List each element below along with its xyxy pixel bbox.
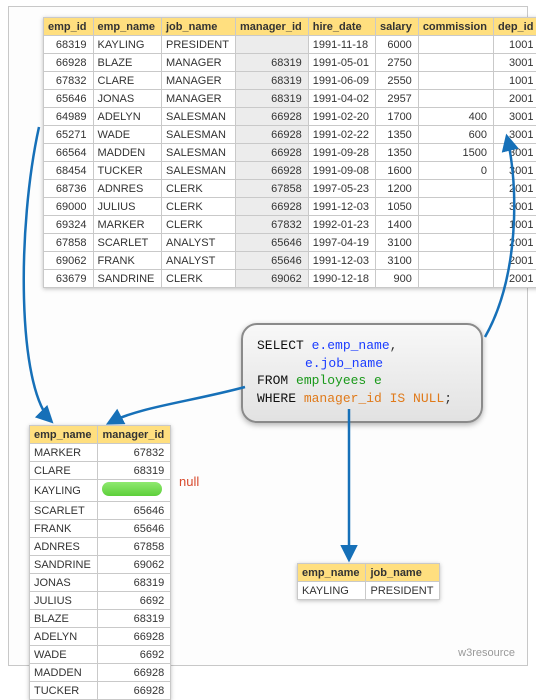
from-table: employees e — [296, 373, 382, 388]
table-row: ADELYN66928 — [30, 628, 171, 646]
table-row: KAYLING — [30, 480, 171, 502]
table-row: 66928BLAZEMANAGER683191991-05-0127503001 — [44, 54, 536, 72]
watermark: w3resource — [458, 647, 515, 659]
table-row: 68454TUCKERSALESMAN669281991-09-08160003… — [44, 162, 536, 180]
col-manager-id: manager_id — [98, 426, 171, 444]
table-row: 69000JULIUSCLERK669281991-12-0310503001 — [44, 198, 536, 216]
col-commission: commission — [418, 18, 493, 36]
result-table: emp_namejob_nameKAYLINGPRESIDENT — [297, 563, 440, 600]
table-row: WADE6692 — [30, 646, 171, 664]
table-row: 65646JONASMANAGER683191991-04-0229572001 — [44, 90, 536, 108]
table-row: BLAZE68319 — [30, 610, 171, 628]
table-row: 69324MARKERCLERK678321992-01-2314001001 — [44, 216, 536, 234]
employees-table: emp_idemp_namejob_namemanager_idhire_dat… — [43, 17, 536, 288]
table-row: 68736ADNRESCLERK678581997-05-2312002001 — [44, 180, 536, 198]
table-row: 66564MADDENSALESMAN669281991-09-28135015… — [44, 144, 536, 162]
table-row: 67858SCARLETANALYST656461997-04-19310020… — [44, 234, 536, 252]
table-row: CLARE68319 — [30, 462, 171, 480]
col-salary: salary — [376, 18, 419, 36]
table-row: 67832CLAREMANAGER683191991-06-0925501001 — [44, 72, 536, 90]
col-emp-name: emp_name — [30, 426, 98, 444]
col-emp-id: emp_id — [44, 18, 94, 36]
table-row: MARKER67832 — [30, 444, 171, 462]
null-label: null — [179, 474, 199, 489]
col-dep-id: dep_id — [494, 18, 536, 36]
where-cond: manager_id IS NULL — [304, 391, 444, 406]
table-row: FRANK65646 — [30, 520, 171, 538]
col-job-name: job_name — [162, 18, 236, 36]
table-row: KAYLINGPRESIDENT — [298, 582, 440, 600]
col-hire-date: hire_date — [308, 18, 375, 36]
select-field1: e.emp_name — [312, 338, 390, 353]
select-kw: SELECT — [257, 338, 312, 353]
col-emp-name: emp_name — [93, 18, 161, 36]
table-row: 65271WADESALESMAN669281991-02-2213506003… — [44, 126, 536, 144]
table-row: 68319KAYLINGPRESIDENT1991-11-1860001001 — [44, 36, 536, 54]
where-kw: WHERE — [257, 391, 304, 406]
sql-callout: SELECT e.emp_name, e.job_name FROM emplo… — [241, 323, 483, 423]
table-row: TUCKER66928 — [30, 682, 171, 700]
table-row: ADNRES67858 — [30, 538, 171, 556]
table-row: SANDRINE69062 — [30, 556, 171, 574]
null-pill — [102, 482, 162, 496]
table-row: 69062FRANKANALYST656461991-12-0331002001 — [44, 252, 536, 270]
col-emp-name: emp_name — [298, 564, 366, 582]
table-row: JONAS68319 — [30, 574, 171, 592]
select-field2: e.job_name — [305, 356, 383, 371]
table-row: 64989ADELYNSALESMAN669281991-02-20170040… — [44, 108, 536, 126]
canvas: emp_idemp_namejob_namemanager_idhire_dat… — [8, 6, 528, 666]
table-row: SCARLET65646 — [30, 502, 171, 520]
table-row: JULIUS6692 — [30, 592, 171, 610]
col-job-name: job_name — [366, 564, 440, 582]
col-manager-id: manager_id — [235, 18, 308, 36]
projection-table: emp_namemanager_idMARKER67832CLARE68319K… — [29, 425, 171, 700]
from-kw: FROM — [257, 373, 296, 388]
table-row: 63679SANDRINECLERK690621990-12-189002001 — [44, 270, 536, 288]
